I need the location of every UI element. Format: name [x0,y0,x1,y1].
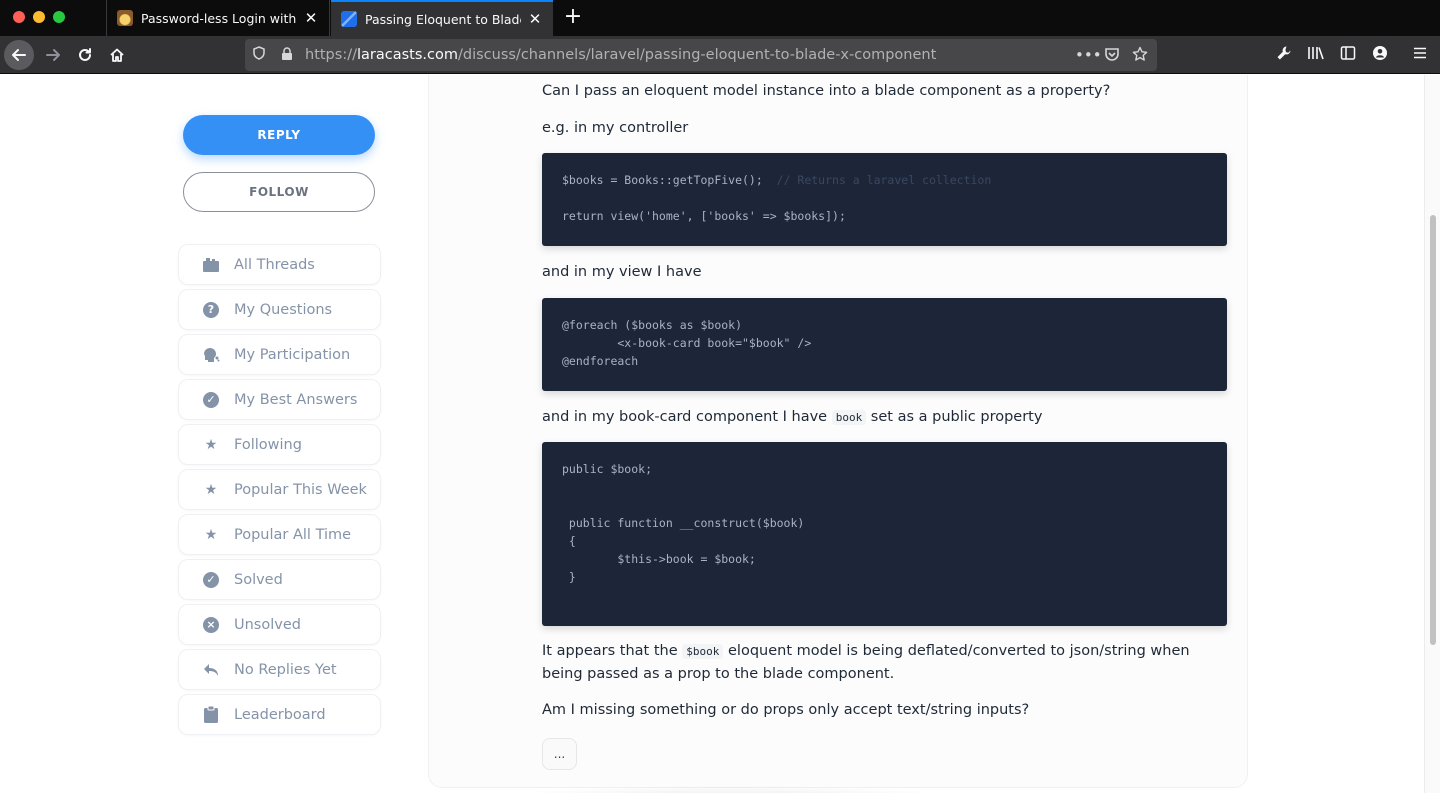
home-button[interactable] [102,40,132,70]
new-tab-button[interactable]: + [562,6,584,28]
star-icon: ★ [204,526,218,543]
code-comment: // Returns a laravel collection [762,173,992,187]
more-options-button[interactable]: ... [542,738,577,770]
tab-title: Password-less Login with Magic [141,10,297,26]
back-arrow-icon [12,49,26,61]
sidebar-item-label: No Replies Yet [234,661,337,678]
tab-close-icon[interactable]: ✕ [303,9,319,27]
post-paragraph: Can I pass an eloquent model instance in… [542,83,1111,99]
url-scheme: https:// [305,47,357,63]
account-icon[interactable] [1370,45,1390,65]
sidebar-item-unsolved[interactable]: × Unsolved [178,604,381,645]
sidebar-item-no-replies-yet[interactable]: No Replies Yet [178,649,381,690]
home-icon [110,48,124,62]
back-button[interactable] [4,40,34,70]
code-text: @foreach ($books as $book) <x-book-card … [562,318,812,368]
reload-button[interactable] [70,40,100,70]
laracasts-favicon-icon [341,11,357,27]
sidebar-toggle-icon[interactable] [1338,45,1358,65]
library-icon[interactable] [1306,45,1326,65]
post-paragraph: and in my view I have [542,264,702,280]
reload-icon [79,48,91,61]
tab-title: Passing Eloquent to Blade x-com [365,11,521,27]
maximize-window-button[interactable] [53,11,65,23]
reply-button[interactable]: REPLY [183,115,375,155]
page-actions-more-icon[interactable]: ••• [1075,46,1102,64]
code-block-controller: $books = Books::getTopFive(); // Returns… [542,153,1227,246]
sidebar-item-all-threads[interactable]: All Threads [178,244,381,285]
sidebar-item-label: Leaderboard [234,706,326,723]
follow-button[interactable]: FOLLOW [183,172,375,212]
check-circle-icon: ✓ [202,391,220,409]
sidebar-item-popular-this-week[interactable]: ★ Popular This Week [178,469,381,510]
forward-arrow-icon [46,49,60,61]
sidebar-item-label: All Threads [234,256,315,273]
inline-code: $book [682,644,724,659]
sidebar-item-my-participation[interactable]: My Participation [178,334,381,375]
sidebar-item-label: Solved [234,571,283,588]
sidebar-item-my-best-answers[interactable]: ✓ My Best Answers [178,379,381,420]
code-block-component: public $book; public function __construc… [542,442,1227,626]
url-path: /discuss/channels/laravel/passing-eloque… [457,47,937,63]
close-window-button[interactable] [13,11,25,23]
participation-icon [202,346,220,364]
code-block-view: @foreach ($books as $book) <x-book-card … [542,298,1227,391]
sidebar-item-label: Unsolved [234,616,301,633]
url-host: laracasts.com [356,47,458,63]
sidebar-item-following[interactable]: ★ Following [178,424,381,465]
wizard-favicon-icon [117,10,133,26]
code-line: $books = Books::getTopFive(); [562,173,763,187]
star-icon: ★ [204,481,218,498]
url-text[interactable]: https://laracasts.com/discuss/channels/l… [305,47,936,63]
tab-bar: Password-less Login with Magic ✕ Passing… [0,0,1440,36]
lock-icon[interactable] [281,46,295,64]
sidebar-item-label: Popular This Week [234,481,367,498]
url-bar[interactable]: https://laracasts.com/discuss/channels/l… [245,39,1157,71]
sidebar-item-my-questions[interactable]: ? My Questions [178,289,381,330]
pocket-icon[interactable] [1103,46,1121,66]
code-text: public $book; public function __construc… [562,462,805,584]
sidebar-item-solved[interactable]: ✓ Solved [178,559,381,600]
x-circle-icon: × [202,616,220,634]
forum-filter-nav: All Threads ? My Questions My Participat… [178,244,381,739]
minimize-window-button[interactable] [33,11,45,23]
post-text: and in my book-card component I have [542,409,832,425]
forward-button[interactable] [38,40,68,70]
navigation-toolbar: https://laracasts.com/discuss/channels/l… [0,36,1440,74]
sidebar-item-popular-all-time[interactable]: ★ Popular All Time [178,514,381,555]
menu-hamburger-icon[interactable] [1410,45,1430,65]
post-paragraph: It appears that the $book eloquent model… [542,640,1232,685]
question-icon: ? [202,301,220,319]
inline-code: book [831,410,867,425]
reply-icon [202,661,220,679]
wrench-icon[interactable] [1274,45,1294,65]
star-icon: ★ [204,436,218,453]
bookmark-star-icon[interactable] [1131,46,1149,66]
post-paragraph: and in my book-card component I have boo… [542,406,1232,429]
check-circle-icon: ✓ [202,571,220,589]
clipboard-icon [202,706,220,724]
post-paragraph: Am I missing something or do props only … [542,702,1030,718]
code-line: return view('home', ['books' => $books])… [562,209,846,223]
card-shadow [460,785,1000,793]
scrollbar-thumb[interactable] [1430,215,1436,645]
sidebar-item-label: My Participation [234,346,351,363]
page-scrollbar[interactable] [1424,75,1440,793]
tracking-protection-shield-icon[interactable] [252,46,268,64]
threads-icon [202,256,220,274]
page-viewport: REPLY FOLLOW All Threads ? My Questions … [0,75,1440,793]
post-paragraph: e.g. in my controller [542,120,689,136]
sidebar-item-label: Popular All Time [234,526,352,543]
tab-close-icon[interactable]: ✕ [527,10,543,28]
sidebar-item-label: My Questions [234,301,333,318]
post-text: set as a public property [866,409,1043,425]
sidebar-item-label: My Best Answers [234,391,358,408]
sidebar-item-label: Following [234,436,302,453]
post-text: It appears that the [542,643,683,659]
tab-passing-eloquent[interactable]: Passing Eloquent to Blade x-com ✕ [331,0,553,36]
sidebar-item-leaderboard[interactable]: Leaderboard [178,694,381,735]
tab-password-less-login[interactable]: Password-less Login with Magic ✕ [106,0,330,36]
